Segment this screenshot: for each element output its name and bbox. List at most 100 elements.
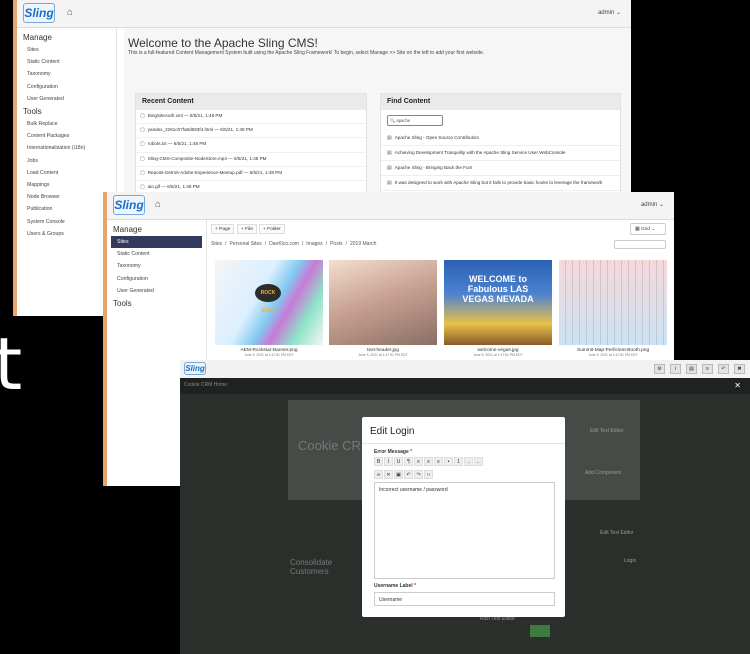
file-name[interactable]: Repoint-Detroit-Adobe-Experience-Meetup.… <box>148 170 243 175</box>
paragraph-icon[interactable]: ¶ <box>404 457 413 466</box>
file-name[interactable]: Sling-CMS-Composite-NodeStore.mp4 <box>148 156 227 161</box>
breadcrumb-item: / <box>225 241 227 247</box>
unlink-icon[interactable]: ✕ <box>384 470 393 479</box>
info-icon[interactable]: i <box>670 364 681 374</box>
bold-icon[interactable]: B <box>374 457 383 466</box>
file-name[interactable]: BingSiteAuth.xml <box>148 113 183 118</box>
view-select[interactable]: ▦ Grid ⌄ <box>630 223 666 235</box>
sidebar-item[interactable]: Sites <box>111 236 202 249</box>
filter-input[interactable] <box>614 240 666 249</box>
sidebar-item[interactable]: Content Packages <box>17 130 116 142</box>
search-input[interactable]: 🔍 apache <box>387 115 443 126</box>
breadcrumb-item[interactable]: Sites <box>211 241 222 247</box>
sidebar-item[interactable]: Node Browser <box>17 191 116 203</box>
error-message-editor[interactable]: Incorrect username / password <box>374 482 555 579</box>
file-name[interactable]: aio.gif <box>148 184 160 189</box>
align-left-icon[interactable]: ≡ <box>414 457 423 466</box>
search-result[interactable]: ▤ Achieving Development Tranquility with … <box>381 146 620 161</box>
sidebar-item[interactable]: Configuration <box>17 81 116 93</box>
breadcrumb-item[interactable]: DanKlco.com <box>269 241 299 247</box>
sling-logo[interactable]: Sling <box>184 362 206 375</box>
source-icon[interactable]: ‹› <box>424 470 433 479</box>
delete-icon[interactable]: ✖ <box>734 364 745 374</box>
settings-icon[interactable]: ⚙ <box>654 364 665 374</box>
sidebar-item[interactable]: Static Content <box>107 248 206 260</box>
intro-text: This is a full-featured Content Manageme… <box>128 50 485 56</box>
italic-icon[interactable]: I <box>384 457 393 466</box>
add-page-button[interactable]: + Page <box>211 224 235 234</box>
numbered-list-icon[interactable]: 1 <box>454 457 463 466</box>
breadcrumb-item[interactable]: Posts <box>330 241 343 247</box>
file-card[interactable]: ROCK STAR AEM-Rockstar-Banner.png June 5… <box>215 260 323 360</box>
file-icon: ▢ <box>140 155 145 162</box>
list-icon[interactable]: ≡ <box>702 364 713 374</box>
list-item[interactable]: ▢ BingSiteAuth.xml — 6/5/21, 1:48 PM <box>136 110 366 125</box>
sidebar-item[interactable]: Taxonomy <box>107 260 206 272</box>
sidebar-item[interactable]: Internationalization (i18n) <box>17 142 116 154</box>
indent-icon[interactable]: → <box>464 457 473 466</box>
file-card[interactable]: Summit-Map-Perficient-Booth.png June 5, … <box>559 260 667 360</box>
list-item[interactable]: ▢ yandex_2261c07fa8d583f4.html — 6/5/21, … <box>136 124 366 139</box>
file-card[interactable]: WELCOME to Fabulous LAS VEGAS NEVADA wel… <box>444 260 552 360</box>
sidebar-item[interactable]: Sites <box>17 44 116 56</box>
layout-icon[interactable]: ▤ <box>686 364 697 374</box>
list-item[interactable]: ▢ Repoint-Detroit-Adobe-Experience-Meetup… <box>136 167 366 181</box>
result-title[interactable]: Apache Sling - Open Source Contribution <box>395 135 479 140</box>
breadcrumb-item[interactable]: 2019 March <box>350 241 376 247</box>
user-menu[interactable]: admin ⌄ <box>598 9 621 16</box>
link-icon[interactable]: ∞ <box>374 470 383 479</box>
thumbnail: ROCK STAR <box>215 260 323 345</box>
sling-logo[interactable]: Sling <box>113 195 145 215</box>
file-name[interactable]: yandex_2261c07fa8d583f4.html <box>148 127 213 132</box>
image-icon[interactable]: ▣ <box>394 470 403 479</box>
breadcrumb-item: / <box>264 241 267 247</box>
username-label-input[interactable]: Username <box>374 592 555 606</box>
undo-icon[interactable]: ↶ <box>404 470 413 479</box>
breadcrumb-item: / <box>325 241 328 247</box>
breadcrumb-item[interactable]: Images <box>306 241 322 247</box>
sidebar-item[interactable]: System Console <box>17 215 116 227</box>
search-result[interactable]: ▤ It was designed to work with Apache Sli… <box>381 176 620 191</box>
result-title[interactable]: Apache Sling - Bringing Back the Fun! <box>395 165 473 170</box>
sidebar-item[interactable]: Load Content <box>17 167 116 179</box>
breadcrumb-item[interactable]: Personal Sites <box>230 241 262 247</box>
add-folder-button[interactable]: + Folder <box>259 224 285 234</box>
undo-icon[interactable]: ↶ <box>718 364 729 374</box>
bullet-list-icon[interactable]: • <box>444 457 453 466</box>
sidebar-item[interactable]: Static Content <box>17 56 116 68</box>
rockstar-badge: ROCK STAR <box>255 284 281 314</box>
sidebar-item[interactable]: User Generated <box>107 285 206 297</box>
file-card[interactable]: text-header.jpg June 5, 2021 at 1:47:51 … <box>329 260 437 360</box>
outdent-icon[interactable]: ← <box>474 457 483 466</box>
align-right-icon[interactable]: ≡ <box>434 457 443 466</box>
sidebar-item[interactable]: Configuration <box>107 273 206 285</box>
list-item[interactable]: ▢ robots.txt — 6/5/21, 1:48 PM <box>136 138 366 153</box>
dimmed-text: Edit Text Editor <box>600 530 634 536</box>
search-result[interactable]: ▤ Apache Sling - Open Source Contribution <box>381 131 620 146</box>
align-center-icon[interactable]: ≡ <box>424 457 433 466</box>
sidebar-item[interactable]: Taxonomy <box>17 68 116 80</box>
thumbnail: WELCOME to Fabulous LAS VEGAS NEVADA <box>444 260 552 345</box>
home-icon[interactable]: ⌂ <box>155 199 161 210</box>
file-name[interactable]: robots.txt <box>148 141 167 146</box>
add-file-button[interactable]: + File <box>237 224 257 234</box>
sidebar-item[interactable]: Jobs <box>17 155 116 167</box>
search-result[interactable]: ▤ Apache Sling - Bringing Back the Fun! <box>381 161 620 176</box>
sidebar-item[interactable]: Bulk Replace <box>17 118 116 130</box>
dimmed-subheading: Consolidate Customers <box>290 558 333 576</box>
sidebar-item[interactable]: Users & Groups <box>17 228 116 240</box>
close-icon[interactable]: ✕ <box>734 381 741 390</box>
sidebar-item[interactable]: Mappings <box>17 179 116 191</box>
redo-icon[interactable]: ↷ <box>414 470 423 479</box>
underline-icon[interactable]: U <box>394 457 403 466</box>
home-icon[interactable]: ⌂ <box>67 7 73 18</box>
result-title[interactable]: Achieving Development Tranquility with t… <box>395 150 566 155</box>
result-title[interactable]: It was designed to work with Apache Slin… <box>395 180 603 185</box>
sidebar-item[interactable]: Publication <box>17 203 116 215</box>
list-item[interactable]: ▢ Sling-CMS-Composite-NodeStore.mp4 — 6/5… <box>136 153 366 167</box>
sidebar-item[interactable]: User Generated <box>17 93 116 105</box>
user-menu[interactable]: admin ⌄ <box>641 201 664 208</box>
dimmed-text: Login <box>624 558 637 564</box>
sling-logo[interactable]: Sling <box>23 3 55 23</box>
file-date: June 5, 2021 at 1:47:51 PM EDT <box>473 353 523 357</box>
